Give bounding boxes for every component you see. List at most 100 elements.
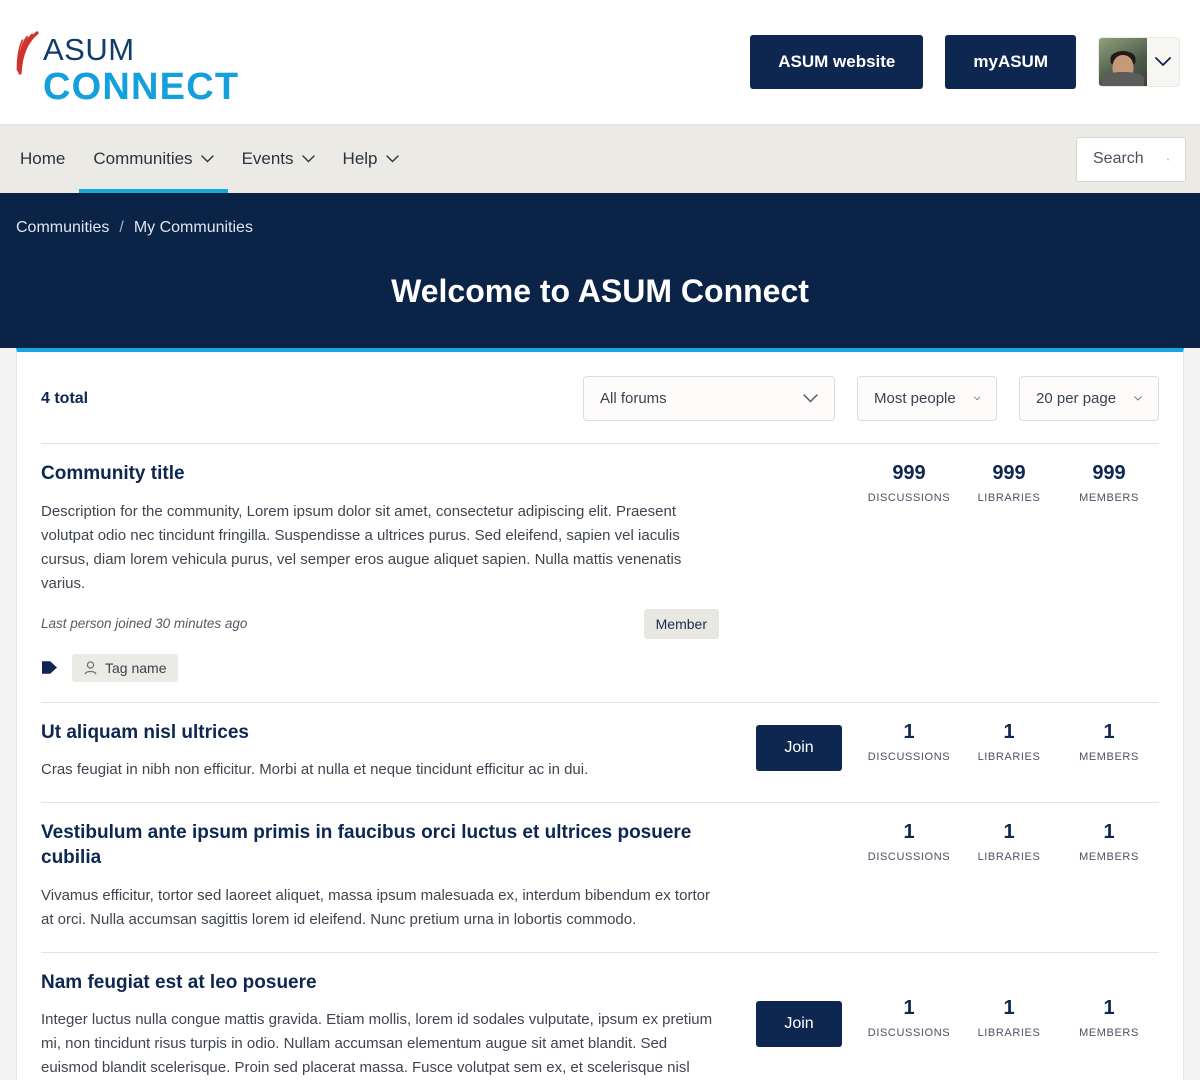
community-info: Vestibulum ante ipsum primis in faucibus… [41, 821, 739, 931]
join-button[interactable]: Join [756, 724, 842, 771]
stat-discussions: 1 DISCUSSIONS [859, 997, 959, 1039]
page-body: 4 total All forums Most people 20 per pa… [0, 348, 1200, 1080]
stat-value: 1 [1003, 821, 1015, 844]
stat-label: MEMBERS [1079, 851, 1139, 864]
chevron-down-icon [973, 396, 980, 401]
community-row: Ut aliquam nisl ultrices Cras feugiat in… [41, 701, 1159, 803]
nav-item-label: Help [342, 149, 378, 168]
logo-swoosh-icon [16, 30, 39, 75]
site-header: ASUM CONNECT ASUM website myASUM [0, 0, 1200, 125]
chevron-down-icon[interactable] [1147, 57, 1179, 67]
stat-label: LIBRARIES [977, 492, 1041, 504]
nav-links: Home Communities Events Help [16, 125, 413, 193]
stat-libraries: 1 LIBRARIES [959, 821, 1059, 863]
stat-members: 1 MEMBERS [1059, 997, 1159, 1039]
community-stats: 1 DISCUSSIONS 1 LIBRARIES 1 MEMBERS [859, 971, 1159, 1039]
stat-members: 1 MEMBERS [1059, 721, 1159, 763]
page-title: Welcome to ASUM Connect [391, 273, 809, 309]
asum-website-button[interactable]: ASUM website [750, 35, 924, 89]
header-actions: ASUM website myASUM [750, 35, 1180, 89]
stat-libraries: 1 LIBRARIES [959, 997, 1059, 1039]
nav-item-communities[interactable]: Communities [79, 125, 228, 193]
community-action [739, 821, 859, 825]
chevron-down-icon [301, 155, 315, 163]
stat-members: 999 MEMBERS [1059, 462, 1159, 504]
main-navigation: Home Communities Events Help [0, 125, 1200, 193]
breadcrumb-parent[interactable]: Communities [16, 219, 109, 237]
community-tags: Tag name [41, 653, 719, 682]
status-badge: Member [643, 608, 719, 639]
community-info: Community title Description for the comm… [41, 462, 739, 682]
community-title[interactable]: Nam feugiat est at leo posuere [41, 971, 719, 996]
stat-value: 1 [1003, 996, 1015, 1019]
stat-value: 1 [903, 720, 915, 743]
tag-label: Tag name [105, 659, 167, 676]
stat-value: 999 [1092, 462, 1126, 484]
stat-value: 1 [903, 821, 915, 844]
community-meta: Last person joined 30 minutes ago Member [41, 608, 719, 639]
chevron-down-icon [1134, 396, 1142, 401]
community-description: Description for the community, Lorem ips… [41, 502, 682, 592]
community-action [739, 462, 859, 466]
breadcrumb-separator: / [119, 219, 124, 236]
stat-label: MEMBERS [1079, 492, 1139, 504]
results-count: 4 total [41, 389, 89, 407]
forum-filter-value: All forums [600, 390, 667, 407]
search-icon[interactable] [1167, 150, 1169, 169]
nav-item-home[interactable]: Home [16, 125, 79, 193]
stat-libraries: 1 LIBRARIES [959, 721, 1059, 763]
community-description: Integer luctus nulla congue mattis gravi… [41, 1011, 713, 1077]
stat-label: DISCUSSIONS [867, 1026, 951, 1039]
site-logo[interactable]: ASUM CONNECT [16, 19, 239, 106]
community-action: Join [739, 721, 859, 771]
chevron-down-icon [385, 155, 399, 163]
stat-label: DISCUSSIONS [867, 492, 951, 504]
avatar [1099, 38, 1147, 86]
search-box[interactable] [1076, 136, 1186, 182]
stat-discussions: 1 DISCUSSIONS [859, 721, 959, 763]
forum-filter-select[interactable]: All forums [583, 376, 835, 421]
logo-text-secondary: CONNECT [43, 65, 240, 108]
nav-item-events[interactable]: Events [228, 125, 329, 193]
tag-icon [42, 661, 57, 674]
nav-item-label: Home [20, 149, 66, 168]
community-stats: 1 DISCUSSIONS 1 LIBRARIES 1 MEMBERS [859, 721, 1159, 763]
stat-discussions: 999 DISCUSSIONS [859, 462, 959, 504]
page-size-select[interactable]: 20 per page [1019, 376, 1159, 421]
search-input[interactable] [1093, 150, 1153, 168]
community-title[interactable]: Ut aliquam nisl ultrices [41, 721, 719, 746]
tag-pill[interactable]: Tag name [72, 653, 179, 682]
stat-value: 1 [1003, 720, 1015, 743]
community-row: Nam feugiat est at leo posuere Integer l… [41, 951, 1159, 1080]
stat-value: 1 [1103, 821, 1115, 844]
person-icon [84, 660, 97, 675]
page-size-value: 20 per page [1036, 390, 1117, 407]
stat-label: LIBRARIES [977, 851, 1041, 864]
join-button[interactable]: Join [756, 1000, 842, 1047]
nav-item-help[interactable]: Help [329, 125, 413, 193]
stat-members: 1 MEMBERS [1059, 821, 1159, 863]
filter-group: All forums Most people 20 per page [583, 376, 1159, 421]
stat-label: DISCUSSIONS [867, 750, 951, 763]
nav-item-label: Communities [93, 149, 193, 168]
hero-section: Communities / My Communities Welcome to … [0, 193, 1200, 348]
community-title[interactable]: Vestibulum ante ipsum primis in faucibus… [41, 821, 719, 870]
communities-card: 4 total All forums Most people 20 per pa… [16, 348, 1184, 1080]
myasum-button[interactable]: myASUM [945, 35, 1076, 89]
stat-libraries: 999 LIBRARIES [959, 462, 1059, 504]
sort-filter-select[interactable]: Most people [857, 376, 997, 421]
community-row: Vestibulum ante ipsum primis in faucibus… [41, 802, 1159, 951]
account-menu[interactable] [1098, 37, 1180, 87]
community-title[interactable]: Community title [41, 462, 719, 487]
community-action: Join [739, 971, 859, 1047]
stat-label: MEMBERS [1079, 1026, 1139, 1039]
stat-label: DISCUSSIONS [867, 851, 951, 864]
stat-discussions: 1 DISCUSSIONS [859, 821, 959, 863]
chevron-down-icon [200, 155, 214, 163]
list-toolbar: 4 total All forums Most people 20 per pa… [41, 352, 1159, 443]
breadcrumb-current: My Communities [133, 219, 253, 236]
sort-filter-value: Most people [874, 390, 956, 407]
stat-label: MEMBERS [1079, 750, 1139, 763]
stat-label: LIBRARIES [977, 750, 1041, 763]
stat-label: LIBRARIES [977, 1026, 1041, 1039]
